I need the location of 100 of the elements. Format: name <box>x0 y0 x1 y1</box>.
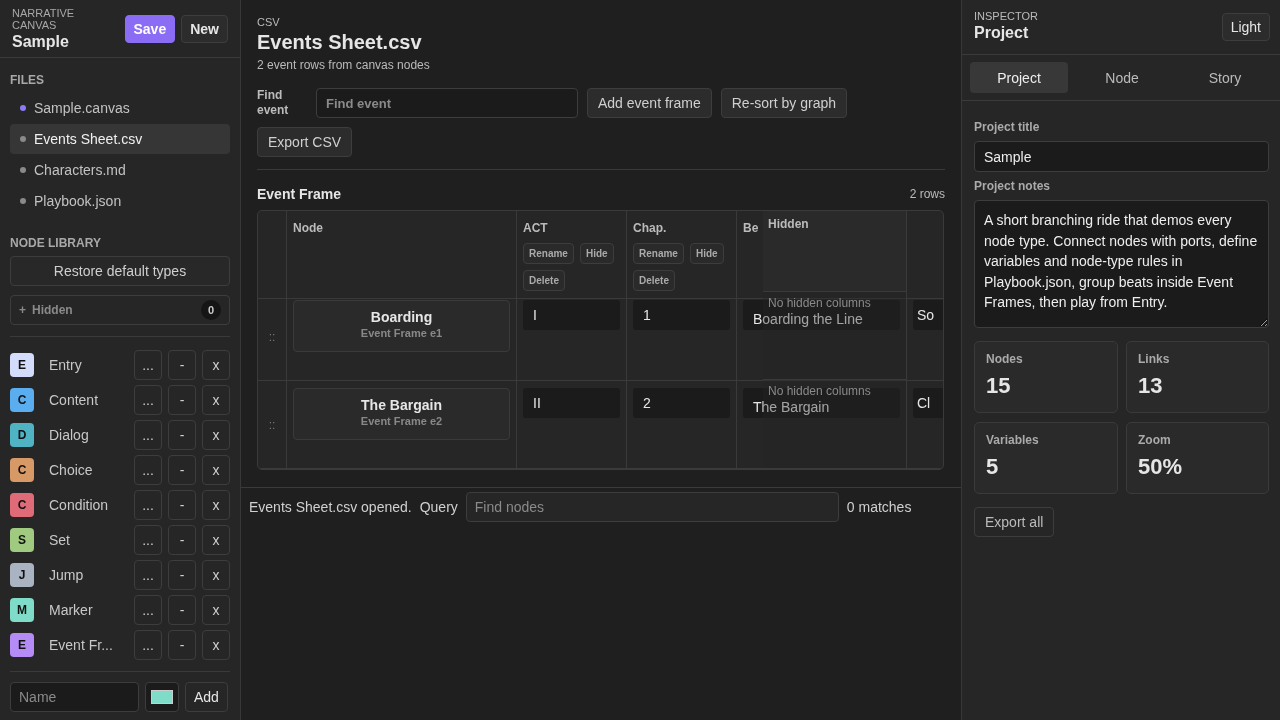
export-all-button[interactable]: Export all <box>974 507 1055 537</box>
hidden-label: Hidden <box>32 303 73 317</box>
status-message: Events Sheet.csv opened. <box>249 499 412 515</box>
column-header: ACT <box>523 221 548 235</box>
count-badge: 0 <box>201 300 221 320</box>
section-heading: FILES <box>10 73 45 87</box>
node-title: Boarding <box>369 309 434 325</box>
panel-label: INSPECTOR <box>974 10 1038 22</box>
theme-toggle-button[interactable]: Light <box>1221 13 1270 41</box>
node-card[interactable]: The Bargain Event Frame e2 <box>293 388 510 440</box>
file-item[interactable]: Characters.md <box>10 155 230 185</box>
more-button[interactable]: ... <box>134 559 162 590</box>
notes-field[interactable]: A short branching ride that demos every node type. Connect nodes with ports, define variables and node-type rules in Playbook.json, group beats inside Event Frames, then play from Entry. <box>974 200 1269 328</box>
panel-title: Project <box>974 24 1030 42</box>
collapse-button[interactable]: - <box>168 349 196 380</box>
type-badge: C <box>10 387 34 412</box>
column-action-button[interactable]: Hide <box>689 243 724 264</box>
cell-field[interactable]: Cl <box>913 388 943 418</box>
type-name: Choice <box>49 461 94 478</box>
remove-button[interactable]: x <box>202 524 230 555</box>
column-action-button[interactable]: Rename <box>523 243 574 264</box>
tab[interactable]: Node <box>1073 62 1171 93</box>
type-badge: D <box>10 422 34 447</box>
tab[interactable]: Project <box>970 62 1068 93</box>
type-badge: J <box>10 562 34 587</box>
type-name: Condition <box>49 496 110 513</box>
collapse-button[interactable]: - <box>168 384 196 415</box>
type-name: Marker <box>49 601 94 618</box>
resort-button[interactable]: Re-sort by graph <box>720 88 847 118</box>
column-action-button[interactable]: Delete <box>523 270 565 291</box>
add-frame-button[interactable]: Add event frame <box>587 88 712 118</box>
type-badge: E <box>10 632 34 657</box>
column-action-button[interactable]: Delete <box>633 270 675 291</box>
more-button[interactable]: ... <box>134 524 162 555</box>
file-item[interactable]: Events Sheet.csv <box>10 124 230 154</box>
node-subtitle: Event Frame e2 <box>359 415 444 427</box>
collapse-button[interactable]: - <box>168 419 196 450</box>
remove-button[interactable]: x <box>202 489 230 520</box>
file-item[interactable]: Sample.canvas <box>10 93 230 123</box>
column-header: Chap. <box>633 221 667 235</box>
type-badge: S <box>10 527 34 552</box>
export-button[interactable]: Export CSV <box>257 127 353 157</box>
type-name: Dialog <box>49 426 90 443</box>
cell-field[interactable]: So <box>913 300 943 330</box>
remove-button[interactable]: x <box>202 454 230 485</box>
find-event-field[interactable]: Find event <box>316 88 578 118</box>
cell-field[interactable]: II <box>523 388 620 418</box>
more-button[interactable]: ... <box>134 384 162 415</box>
table-title: Event Frame <box>257 186 342 202</box>
file-item[interactable]: Playbook.json <box>10 186 230 216</box>
node-card[interactable]: Boarding Event Frame e1 <box>293 300 510 352</box>
stat-label: Zoom <box>1138 433 1172 447</box>
stat-value: 50% <box>1138 454 1184 480</box>
document-subtitle: 2 event rows from canvas nodes <box>257 58 431 72</box>
field-label: Find event <box>257 88 290 118</box>
title-field[interactable]: Sample <box>974 141 1269 172</box>
match-count: 0 matches <box>846 499 912 515</box>
more-button[interactable]: ... <box>134 419 162 450</box>
type-name: Entry <box>49 356 83 373</box>
cell-field[interactable]: I <box>523 300 620 330</box>
collapse-button[interactable]: - <box>168 559 196 590</box>
section-heading: NODE LIBRARY <box>10 236 102 250</box>
remove-button[interactable]: x <box>202 384 230 415</box>
remove-button[interactable]: x <box>202 629 230 660</box>
remove-button[interactable]: x <box>202 349 230 380</box>
field-label: Project notes <box>974 179 1052 193</box>
color-swatch[interactable] <box>145 682 179 712</box>
file-type-label: CSV <box>257 16 281 28</box>
remove-button[interactable]: x <box>202 594 230 625</box>
stat-value: 13 <box>1138 373 1164 399</box>
column-header: Node <box>293 221 323 235</box>
add-button[interactable]: Add <box>185 682 228 712</box>
save-button[interactable]: Save <box>124 15 176 43</box>
project-name: Sample <box>12 33 70 51</box>
collapse-button[interactable]: - <box>168 629 196 660</box>
field-label: Project title <box>974 120 1041 134</box>
hidden-types-toggle[interactable]: + Hidden 0 <box>10 295 230 325</box>
remove-button[interactable]: x <box>202 419 230 450</box>
restore-button[interactable]: Restore default types <box>10 256 230 286</box>
collapse-button[interactable]: - <box>168 454 196 485</box>
collapse-button[interactable]: - <box>168 489 196 520</box>
remove-button[interactable]: x <box>202 559 230 590</box>
column-header: Be <box>743 221 759 235</box>
cell-field[interactable]: 1 <box>633 300 730 330</box>
more-button[interactable]: ... <box>134 489 162 520</box>
cell-field[interactable]: 2 <box>633 388 730 418</box>
collapse-button[interactable]: - <box>168 594 196 625</box>
collapse-button[interactable]: - <box>168 524 196 555</box>
column-action-button[interactable]: Rename <box>633 243 684 264</box>
tab[interactable]: Story <box>1176 62 1274 93</box>
new-button[interactable]: New <box>181 15 228 43</box>
more-button[interactable]: ... <box>134 454 162 485</box>
more-button[interactable]: ... <box>134 594 162 625</box>
row-count: 2 rows <box>909 187 945 201</box>
name-field[interactable]: Name <box>10 682 139 712</box>
query-field[interactable]: Find nodes <box>465 492 839 522</box>
more-button[interactable]: ... <box>134 349 162 380</box>
column-action-button[interactable]: Hide <box>579 243 614 264</box>
more-button[interactable]: ... <box>134 629 162 660</box>
node-subtitle: Event Frame e1 <box>359 327 444 339</box>
